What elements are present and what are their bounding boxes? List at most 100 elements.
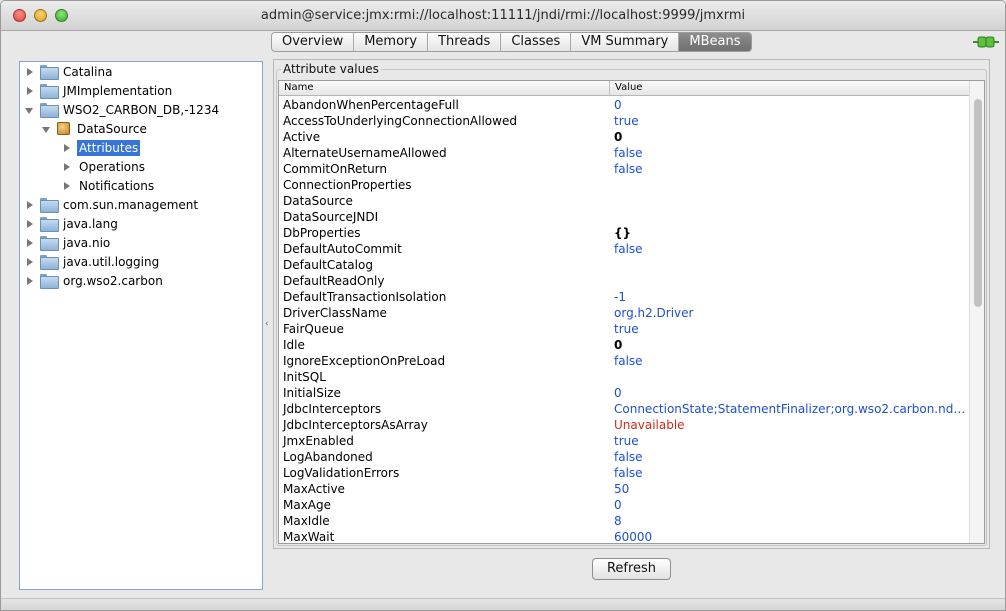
table-row[interactable]: DataSourceJNDI (279, 209, 969, 225)
expand-arrow-icon[interactable] (25, 200, 35, 210)
attribute-name: AccessToUnderlyingConnectionAllowed (283, 114, 517, 128)
table-row[interactable]: JdbcInterceptors ConnectionState;Statemen… (279, 401, 969, 417)
attribute-value[interactable]: -1 (614, 289, 966, 305)
folder-icon (40, 103, 59, 118)
attribute-value[interactable]: false (614, 161, 966, 177)
tab-overview[interactable]: Overview (272, 33, 355, 51)
table-row[interactable]: ConnectionProperties (279, 177, 969, 193)
tree-node[interactable]: org.wso2.carbon (25, 271, 165, 290)
column-header-name[interactable]: Name (284, 82, 314, 93)
expand-arrow-icon[interactable] (25, 67, 35, 77)
attribute-value[interactable]: true (614, 433, 966, 449)
table-row[interactable]: DbProperties {} (279, 225, 969, 241)
attribute-value[interactable]: 0 (614, 97, 966, 113)
attribute-value[interactable]: false (614, 353, 966, 369)
table-row[interactable]: CommitOnReturn false (279, 161, 969, 177)
expand-arrow-icon[interactable] (25, 257, 35, 267)
expand-arrow-icon[interactable] (25, 276, 35, 286)
tree-node-label: com.sun.management (63, 197, 199, 212)
attribute-value[interactable]: 50 (614, 481, 966, 497)
tree-node[interactable]: com.sun.management (25, 195, 200, 214)
table-row[interactable]: MaxActive 50 (279, 481, 969, 497)
attribute-value[interactable]: Unavailable (614, 417, 966, 433)
vertical-scrollbar[interactable] (969, 81, 984, 543)
attribute-name: Active (283, 130, 321, 144)
scrollbar-thumb[interactable] (974, 99, 982, 307)
table-row[interactable]: Idle 0 (279, 337, 969, 353)
mbean-tree[interactable]: Catalina JMImplementation WSO2_CARBON_DB,-… (19, 61, 263, 590)
expand-arrow-icon[interactable] (62, 143, 72, 153)
attribute-name: AlternateUsernameAllowed (283, 146, 447, 160)
table-row[interactable]: InitSQL (279, 369, 969, 385)
column-header-value[interactable]: Value (615, 82, 642, 93)
attribute-value[interactable]: 0 (614, 337, 966, 353)
attribute-value[interactable]: 0 (614, 385, 966, 401)
attribute-value[interactable]: org.h2.Driver (614, 305, 966, 321)
table-row[interactable]: DefaultAutoCommit false (279, 241, 969, 257)
table-row[interactable]: AlternateUsernameAllowed false (279, 145, 969, 161)
table-row[interactable]: Active 0 (279, 129, 969, 145)
attribute-value[interactable]: false (614, 241, 966, 257)
table-row[interactable]: DefaultTransactionIsolation -1 (279, 289, 969, 305)
tab-bar: Overview Memory Threads Classes VM Summa… (271, 32, 752, 52)
table-row[interactable]: DataSource (279, 193, 969, 209)
table-row[interactable]: DriverClassName org.h2.Driver (279, 305, 969, 321)
tab-mbeans[interactable]: MBeans (679, 33, 751, 51)
expand-arrow-icon[interactable] (62, 162, 72, 172)
table-row[interactable]: DefaultCatalog (279, 257, 969, 273)
table-row[interactable]: JmxEnabled true (279, 433, 969, 449)
table-row[interactable]: IgnoreExceptionOnPreLoad false (279, 353, 969, 369)
attribute-table[interactable]: Name Value AbandonWhenPercentageFull 0 Acc… (278, 80, 985, 544)
split-pane-divider[interactable]: ‹ (265, 319, 270, 329)
tab-memory[interactable]: Memory (354, 33, 429, 51)
attribute-value[interactable]: true (614, 321, 966, 337)
tree-node[interactable]: java.lang (25, 214, 120, 233)
expand-arrow-icon[interactable] (25, 219, 35, 229)
tree-node[interactable]: Operations (62, 157, 147, 176)
table-row[interactable]: DefaultReadOnly (279, 273, 969, 289)
table-row[interactable]: JdbcInterceptorsAsArray Unavailable (279, 417, 969, 433)
table-row[interactable]: MaxIdle 8 (279, 513, 969, 529)
attribute-value[interactable]: 60000 (614, 529, 966, 543)
attribute-name: JdbcInterceptorsAsArray (283, 418, 428, 432)
expand-arrow-icon[interactable] (25, 86, 35, 96)
tree-node[interactable]: WSO2_CARBON_DB,-1234 (25, 100, 221, 119)
tree-node[interactable]: Attributes (62, 138, 141, 157)
attribute-value[interactable]: 8 (614, 513, 966, 529)
collapse-arrow-icon[interactable] (42, 124, 52, 134)
tree-node[interactable]: java.util.logging (25, 252, 161, 271)
column-separator[interactable] (609, 81, 610, 96)
table-row[interactable]: AbandonWhenPercentageFull 0 (279, 97, 969, 113)
attribute-value[interactable]: false (614, 465, 966, 481)
expand-arrow-icon[interactable] (25, 238, 35, 248)
table-row[interactable]: MaxWait 60000 (279, 529, 969, 543)
table-row[interactable]: InitialSize 0 (279, 385, 969, 401)
table-row[interactable]: FairQueue true (279, 321, 969, 337)
attribute-name: InitSQL (283, 370, 326, 384)
attribute-value[interactable]: 0 (614, 497, 966, 513)
tree-node[interactable]: java.nio (25, 233, 112, 252)
attribute-value[interactable]: ConnectionState;StatementFinalizer;org.w… (614, 401, 966, 417)
tree-node[interactable]: DataSource (42, 119, 149, 138)
tree-node[interactable]: Catalina (25, 62, 114, 81)
attribute-name: JdbcInterceptors (283, 402, 382, 416)
attribute-value[interactable]: false (614, 145, 966, 161)
table-row[interactable]: AccessToUnderlyingConnectionAllowed true (279, 113, 969, 129)
tab-vm-summary[interactable]: VM Summary (571, 33, 680, 51)
tab-threads[interactable]: Threads (428, 33, 502, 51)
collapse-arrow-icon[interactable] (25, 105, 35, 115)
refresh-button[interactable]: Refresh (592, 558, 671, 580)
expand-arrow-icon[interactable] (62, 181, 72, 191)
attribute-value[interactable]: 0 (614, 129, 966, 145)
table-row[interactable]: LogValidationErrors false (279, 465, 969, 481)
tab-classes[interactable]: Classes (501, 33, 572, 51)
tree-node[interactable]: Notifications (62, 176, 156, 195)
attribute-value[interactable]: false (614, 449, 966, 465)
connection-plug-icon[interactable] (973, 35, 999, 49)
attribute-value[interactable]: true (614, 113, 966, 129)
table-row[interactable]: MaxAge 0 (279, 497, 969, 513)
table-row[interactable]: LogAbandoned false (279, 449, 969, 465)
title-bar[interactable]: admin@service:jmx:rmi://localhost:11111/… (1, 1, 1005, 31)
attribute-value[interactable]: {} (614, 225, 966, 241)
tree-node[interactable]: JMImplementation (25, 81, 174, 100)
